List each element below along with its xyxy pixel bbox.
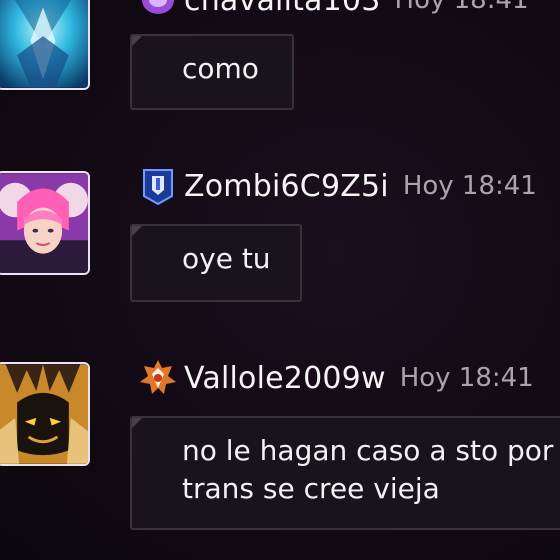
message-bubble: como [130, 34, 294, 110]
orange-flame-badge-icon [138, 358, 178, 398]
message-text: trans se cree vieja [182, 472, 440, 505]
username[interactable]: chavalita103 [184, 0, 381, 18]
message-text: oye tu [182, 242, 271, 275]
message-text: como [182, 52, 259, 85]
username[interactable]: Vallole2009w [184, 361, 386, 396]
pink-hair-girl-avatar-icon[interactable] [0, 171, 90, 275]
message-text: no le hagan caso a sto por d [182, 434, 560, 467]
purple-rank-badge-icon [138, 0, 178, 20]
blue-shield-badge-icon [138, 166, 178, 206]
chat-feed: chavalita103 Hoy 18:41 como Zombi6C9Z5i … [0, 0, 560, 560]
timestamp: Hoy 18:41 [399, 363, 534, 393]
username[interactable]: Zombi6C9Z5i [184, 169, 389, 204]
crystal-warrior-avatar-icon[interactable] [0, 0, 90, 90]
message-bubble: oye tu [130, 224, 302, 302]
timestamp: Hoy 18:41 [402, 171, 537, 201]
timestamp: Hoy 18:41 [394, 0, 529, 15]
golden-masked-warrior-avatar-icon[interactable] [0, 362, 90, 466]
message-bubble: no le hagan caso a sto por d trans se cr… [130, 416, 560, 530]
